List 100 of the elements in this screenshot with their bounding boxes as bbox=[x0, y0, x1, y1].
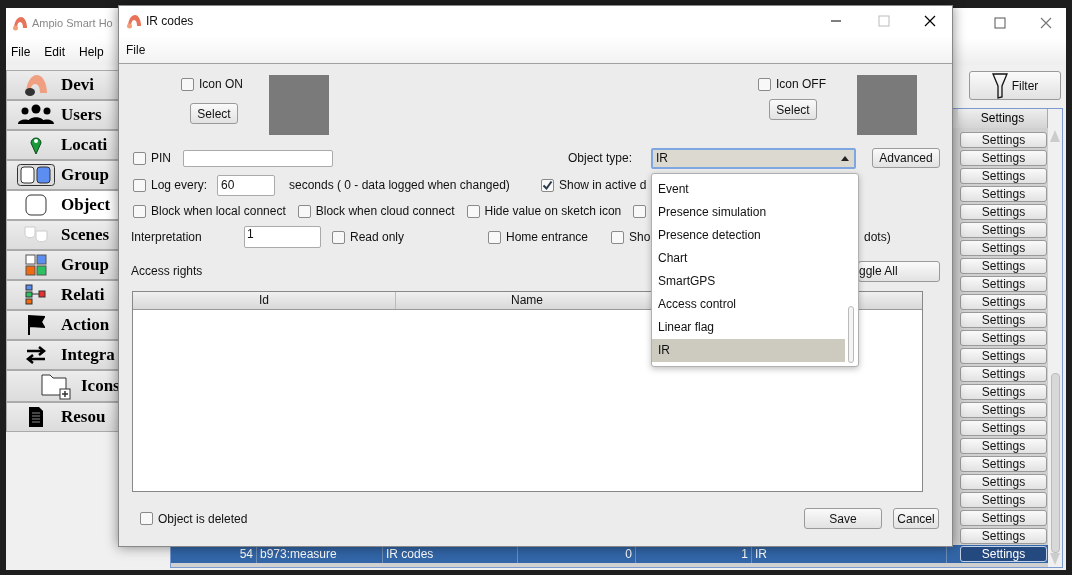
checkbox[interactable] bbox=[297, 204, 311, 218]
sidebar-item[interactable]: Resou bbox=[6, 402, 118, 432]
checkbox[interactable] bbox=[181, 77, 194, 91]
dropdown-option[interactable]: Presence detection bbox=[652, 224, 845, 247]
option-label: Block when cloud connect bbox=[315, 203, 455, 220]
combobox-value: IR bbox=[656, 150, 668, 167]
settings-button[interactable]: Settings bbox=[960, 168, 1047, 184]
folder-plus-icon bbox=[41, 372, 71, 400]
settings-button[interactable]: Settings bbox=[960, 276, 1047, 292]
object-deleted-label: Object is deleted bbox=[158, 510, 248, 528]
interpretation-field[interactable]: 1 bbox=[244, 226, 321, 248]
checkbox[interactable] bbox=[758, 77, 771, 91]
settings-button[interactable]: Settings bbox=[960, 510, 1047, 526]
settings-button[interactable]: Settings bbox=[960, 222, 1047, 238]
checkbox[interactable] bbox=[133, 204, 146, 218]
settings-button[interactable]: Settings bbox=[960, 186, 1047, 202]
cancel-button[interactable]: Cancel bbox=[893, 508, 939, 529]
settings-button[interactable]: Settings bbox=[960, 402, 1047, 418]
settings-button[interactable]: Settings bbox=[960, 240, 1047, 256]
menu-item[interactable]: File bbox=[11, 42, 31, 61]
sidebar-item[interactable]: Integra bbox=[6, 340, 118, 370]
sidebar-item[interactable]: Group bbox=[6, 160, 118, 190]
rounded-square-icon bbox=[25, 194, 47, 216]
checkbox[interactable] bbox=[541, 178, 554, 192]
scrollbar[interactable] bbox=[1048, 109, 1062, 567]
sidebar-item[interactable]: Relati bbox=[6, 280, 118, 310]
settings-button[interactable]: Settings bbox=[960, 456, 1047, 472]
column-header[interactable]: Settings bbox=[958, 109, 1048, 128]
column-header[interactable]: Id bbox=[133, 292, 396, 309]
settings-button[interactable]: Settings bbox=[960, 528, 1047, 544]
object-type-combobox[interactable]: IR bbox=[651, 147, 856, 169]
icon-preview bbox=[857, 75, 917, 135]
select-button[interactable]: Select bbox=[769, 99, 817, 120]
select-button[interactable]: Select bbox=[190, 103, 238, 124]
window-title: IR codes bbox=[146, 13, 194, 30]
filter-button[interactable]: Filter bbox=[969, 71, 1061, 100]
checkbox[interactable] bbox=[332, 230, 345, 244]
sidebar-item[interactable]: Scenes bbox=[6, 220, 118, 250]
show-in-active-label: Show in active d bbox=[559, 177, 647, 194]
checkbox[interactable] bbox=[140, 512, 153, 525]
sidebar-item[interactable]: Users bbox=[6, 100, 118, 130]
dropdown-option[interactable]: Chart bbox=[652, 247, 845, 270]
menu-item[interactable]: File bbox=[126, 40, 146, 59]
sidebar-item[interactable]: Icons bbox=[6, 370, 118, 402]
pin-field[interactable] bbox=[183, 149, 333, 167]
settings-button[interactable]: Settings bbox=[960, 474, 1047, 490]
checkbox[interactable] bbox=[488, 230, 501, 244]
sidebar-item[interactable]: Locati bbox=[6, 130, 118, 160]
toggle-all-button[interactable]: ggle All bbox=[858, 260, 940, 282]
settings-button[interactable]: Settings bbox=[960, 438, 1047, 454]
checkbox[interactable] bbox=[611, 230, 624, 244]
flag-icon bbox=[27, 314, 45, 336]
color-grid-icon bbox=[25, 254, 47, 276]
icon-preview bbox=[269, 75, 329, 135]
option-label: Home entrance bbox=[506, 229, 589, 246]
sidebar-item[interactable]: Devi bbox=[6, 70, 118, 100]
scrollbar-thumb[interactable] bbox=[848, 306, 854, 363]
option-label: Sho bbox=[629, 229, 651, 246]
settings-button[interactable]: Settings bbox=[960, 546, 1047, 562]
app-logo-icon bbox=[126, 13, 142, 29]
dropdown-option[interactable]: IR bbox=[652, 339, 845, 362]
settings-button[interactable]: Settings bbox=[960, 312, 1047, 328]
relation-diagram-icon bbox=[25, 284, 47, 306]
caret-up-icon bbox=[841, 155, 849, 161]
sidebar-item[interactable]: Action bbox=[6, 310, 118, 340]
dropdown-option[interactable]: Linear flag bbox=[652, 316, 845, 339]
dropdown-option[interactable]: Presence simulation bbox=[652, 201, 845, 224]
settings-button[interactable]: Settings bbox=[960, 258, 1047, 274]
sidebar-item[interactable]: Group bbox=[6, 250, 118, 280]
settings-button[interactable]: Settings bbox=[960, 132, 1047, 148]
settings-button[interactable]: Settings bbox=[960, 348, 1047, 364]
save-button[interactable]: Save bbox=[804, 508, 882, 529]
settings-button[interactable]: Settings bbox=[960, 420, 1047, 436]
settings-button[interactable]: Settings bbox=[960, 330, 1047, 346]
menu-item[interactable]: Help bbox=[79, 42, 104, 61]
close-icon[interactable] bbox=[924, 15, 936, 27]
settings-button[interactable]: Settings bbox=[960, 204, 1047, 220]
sidebar-item[interactable]: Object bbox=[6, 190, 118, 220]
table-row[interactable]: 54 b973:measure IR codes 0 1 IR Settings bbox=[171, 545, 1048, 563]
log-every-label: Log every: bbox=[151, 177, 208, 194]
checkbox[interactable] bbox=[466, 204, 480, 218]
dropdown-option[interactable]: SmartGPS bbox=[652, 270, 845, 293]
dropdown-option[interactable]: Event bbox=[652, 178, 845, 201]
log-interval-field[interactable]: 60 bbox=[217, 174, 275, 196]
advanced-button[interactable]: Advanced bbox=[872, 148, 940, 168]
log-note: seconds ( 0 - data logged when changed) bbox=[289, 177, 511, 194]
scrollbar-thumb[interactable] bbox=[1050, 373, 1060, 553]
filter-icon bbox=[991, 72, 1008, 99]
maximize-icon[interactable] bbox=[994, 17, 1006, 29]
settings-button[interactable]: Settings bbox=[960, 150, 1047, 166]
settings-button[interactable]: Settings bbox=[960, 366, 1047, 382]
settings-button[interactable]: Settings bbox=[960, 294, 1047, 310]
checkbox[interactable] bbox=[633, 204, 647, 218]
checkbox[interactable] bbox=[133, 178, 146, 192]
pin-label: PIN bbox=[151, 150, 171, 167]
settings-button[interactable]: Settings bbox=[960, 384, 1047, 400]
option-label: Hide value on sketch icon bbox=[484, 203, 622, 220]
settings-button[interactable]: Settings bbox=[960, 492, 1047, 508]
menu-item[interactable]: Edit bbox=[44, 42, 66, 61]
checkbox[interactable] bbox=[133, 151, 146, 165]
